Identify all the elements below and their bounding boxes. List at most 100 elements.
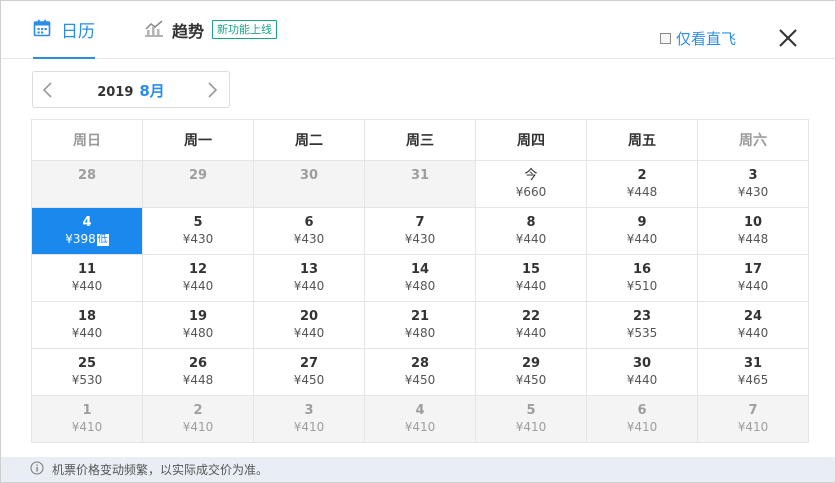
calendar-day-cell: 31 [364, 160, 476, 208]
calendar-day-cell[interactable]: 30 ¥440 [586, 348, 698, 396]
weekday-header-row: 周日 周一 周二 周三 周四 周五 周六 [31, 119, 809, 161]
year-label: 2019 [97, 85, 134, 100]
day-number: 6 [304, 215, 314, 230]
calendar-week-row: 25 ¥530 26 ¥448 27 ¥450 28 ¥450 29 ¥450 30 ¥440 31 ¥4… [31, 348, 809, 396]
calendar-day-cell[interactable]: 25 ¥530 [31, 348, 143, 396]
calendar-day-cell[interactable]: 5 ¥410 [475, 395, 587, 443]
day-price: ¥410 [365, 420, 475, 435]
calendar-day-cell[interactable]: 21 ¥480 [364, 301, 476, 349]
calendar-day-cell[interactable]: 3 ¥430 [697, 160, 809, 208]
price-value: ¥660 [515, 185, 547, 199]
price-value: ¥440 [626, 232, 658, 246]
calendar-day-cell[interactable]: 4 ¥410 [364, 395, 476, 443]
day-number: 19 [188, 309, 208, 324]
day-number: 25 [77, 356, 97, 371]
calendar-day-cell[interactable]: 7 ¥410 [697, 395, 809, 443]
day-price: ¥510 [587, 279, 697, 294]
day-price: ¥480 [143, 326, 253, 341]
day-number: 10 [743, 215, 763, 230]
calendar-day-cell[interactable]: 20 ¥440 [253, 301, 365, 349]
day-price: ¥450 [476, 373, 586, 388]
calendar-day-cell[interactable]: 2 ¥410 [142, 395, 254, 443]
price-value: ¥448 [737, 232, 769, 246]
price-value: ¥440 [737, 326, 769, 340]
day-number: 13 [299, 262, 319, 277]
day-price [143, 185, 253, 200]
price-value: ¥440 [626, 373, 658, 387]
day-price: ¥440 [587, 232, 697, 247]
day-number: 4 [82, 215, 92, 230]
calendar-day-cell[interactable]: 28 ¥450 [364, 348, 476, 396]
day-price: ¥480 [365, 326, 475, 341]
price-disclaimer: 机票价格变动频繁，以实际成交价为准。 [1, 457, 835, 482]
tab-trend[interactable]: 趋势 新功能上线 [144, 1, 278, 58]
calendar-day-cell[interactable]: 6 ¥410 [586, 395, 698, 443]
tab-calendar-label: 日历 [61, 22, 95, 42]
weekday-header: 周日 [31, 119, 143, 161]
day-number: 5 [526, 403, 536, 418]
dialog-header: 日历 趋势 新功能上线 仅看直飞 [1, 1, 835, 59]
calendar-day-cell[interactable]: 16 ¥510 [586, 254, 698, 302]
day-price: ¥410 [143, 420, 253, 435]
day-price: ¥410 [254, 420, 364, 435]
day-price: ¥480 [365, 279, 475, 294]
direct-flight-label: 仅看直飞 [676, 30, 737, 48]
calendar-day-cell[interactable]: 9 ¥440 [586, 207, 698, 255]
day-price: ¥440 [587, 373, 697, 388]
direct-flight-filter[interactable]: 仅看直飞 [660, 28, 736, 49]
calendar-day-cell[interactable]: 8 ¥440 [475, 207, 587, 255]
calendar-day-cell[interactable]: 31 ¥465 [697, 348, 809, 396]
calendar-day-cell[interactable]: 11 ¥440 [31, 254, 143, 302]
calendar-day-cell-selected[interactable]: 4 ¥398 低 [31, 207, 143, 255]
day-price: ¥440 [698, 326, 808, 341]
day-number: 31 [743, 356, 763, 371]
day-price: ¥448 [698, 232, 808, 247]
day-price: ¥440 [254, 326, 364, 341]
calendar-day-cell[interactable]: 26 ¥448 [142, 348, 254, 396]
calendar-day-cell[interactable]: 10 ¥448 [697, 207, 809, 255]
price-value: ¥410 [182, 420, 214, 434]
price-value: ¥465 [737, 373, 769, 387]
calendar-day-cell[interactable]: 3 ¥410 [253, 395, 365, 443]
calendar-day-cell[interactable]: 22 ¥440 [475, 301, 587, 349]
calendar-day-cell[interactable]: 7 ¥430 [364, 207, 476, 255]
price-value: ¥530 [71, 373, 103, 387]
calendar-day-cell[interactable]: 17 ¥440 [697, 254, 809, 302]
calendar-day-cell[interactable]: 29 ¥450 [475, 348, 587, 396]
day-number: 2 [193, 403, 203, 418]
price-value: ¥480 [404, 279, 436, 293]
day-price: ¥440 [32, 279, 142, 294]
price-value: ¥398 [65, 232, 96, 246]
calendar-day-cell[interactable]: 15 ¥440 [475, 254, 587, 302]
tab-calendar[interactable]: 日历 [33, 1, 95, 59]
calendar-day-cell[interactable]: 1 ¥410 [31, 395, 143, 443]
calendar-day-cell[interactable]: 24 ¥440 [697, 301, 809, 349]
day-price: ¥398 低 [32, 232, 142, 247]
price-value: ¥430 [404, 232, 436, 246]
calendar-day-cell[interactable]: 14 ¥480 [364, 254, 476, 302]
next-month-button[interactable] [204, 81, 220, 99]
day-number: 30 [632, 356, 652, 371]
calendar-day-cell[interactable]: 19 ¥480 [142, 301, 254, 349]
calendar-day-cell[interactable]: 13 ¥440 [253, 254, 365, 302]
calendar-day-cell[interactable]: 23 ¥535 [586, 301, 698, 349]
calendar-day-cell[interactable]: 27 ¥450 [253, 348, 365, 396]
day-number: 12 [188, 262, 208, 277]
day-price: ¥430 [365, 232, 475, 247]
direct-flight-checkbox[interactable] [660, 33, 671, 44]
day-number: 29 [188, 168, 208, 183]
calendar-day-cell[interactable]: 6 ¥430 [253, 207, 365, 255]
close-button[interactable] [775, 25, 801, 51]
calendar-day-cell: 29 [142, 160, 254, 208]
calendar-day-cell[interactable]: 5 ¥430 [142, 207, 254, 255]
calendar-day-cell[interactable]: 18 ¥440 [31, 301, 143, 349]
day-price [32, 185, 142, 200]
day-price: ¥440 [698, 279, 808, 294]
calendar-day-cell[interactable]: 12 ¥440 [142, 254, 254, 302]
day-number: 31 [410, 168, 430, 183]
calendar-day-cell[interactable]: 2 ¥448 [586, 160, 698, 208]
day-number: 17 [743, 262, 763, 277]
calendar-day-cell[interactable]: 今 ¥660 [475, 160, 587, 208]
weekday-header: 周四 [475, 119, 587, 161]
calendar-day-cell: 28 [31, 160, 143, 208]
